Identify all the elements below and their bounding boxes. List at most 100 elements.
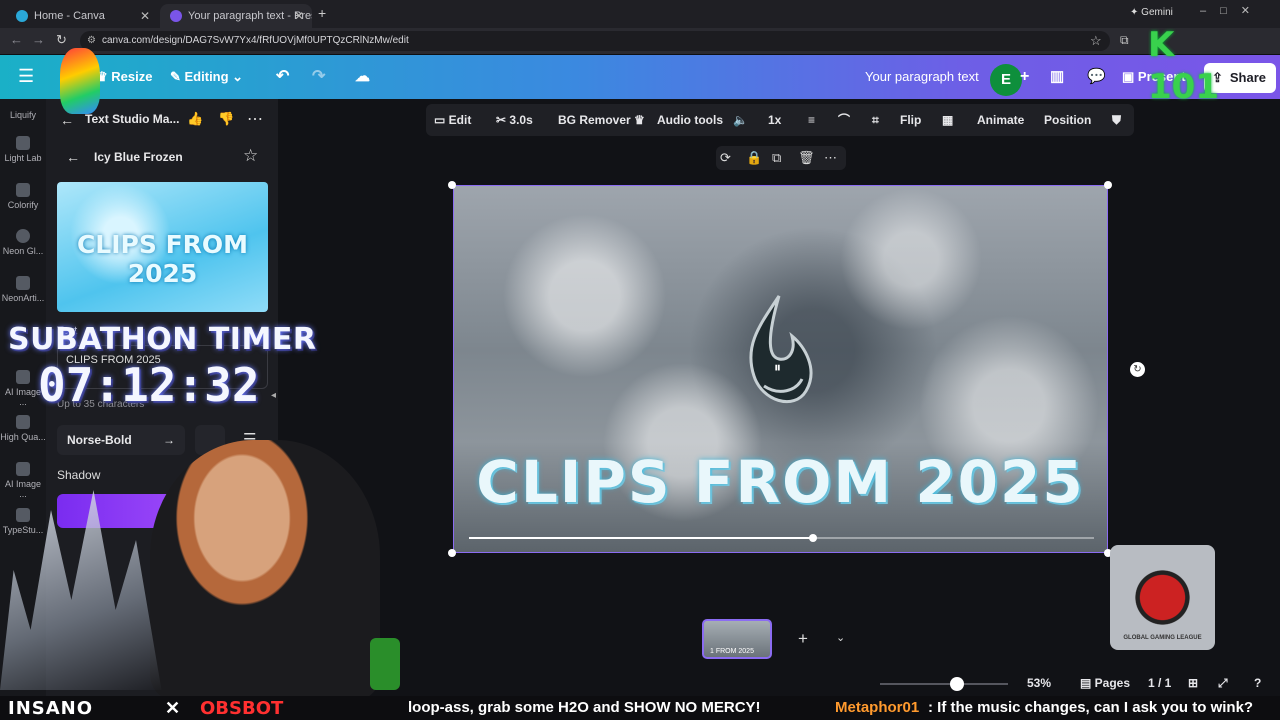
resize-handle[interactable] [448, 181, 456, 189]
edit-label: Edit [448, 113, 472, 127]
speed-button[interactable]: 1x [768, 112, 781, 128]
back-icon[interactable]: ← [60, 112, 74, 128]
bookmark-star-icon[interactable]: ☆ [1090, 33, 1102, 49]
subathon-timer-label: SUBATHON TIMER [8, 322, 317, 357]
rail-item-liquify[interactable]: Liquify [0, 110, 46, 120]
zoom-slider-track[interactable] [880, 683, 1008, 685]
like-icon[interactable]: 👍 [187, 111, 203, 127]
transparency-icon[interactable]: ▦ [942, 112, 953, 128]
chevron-down-icon[interactable]: ⌄ [836, 631, 845, 644]
design-canvas-video[interactable]: ⏸ CLIPS FROM 2025 [453, 185, 1108, 553]
menu-icon[interactable]: ☰ [18, 66, 34, 87]
sponsor-logo-text: OBSBOT [200, 698, 284, 719]
app-icon [16, 415, 30, 429]
copy-style-icon[interactable]: ⛊ [1112, 112, 1121, 128]
zoom-slider-handle[interactable] [949, 677, 964, 691]
url-field[interactable]: ⚙ canva.com/design/DAG7SvW7Yx4/fRfUOVjMf… [80, 31, 1110, 51]
extensions-icon[interactable]: ⧉ [1120, 33, 1129, 48]
style-preview-image[interactable]: CLIPS FROM 2025 [57, 182, 268, 312]
gemini-button[interactable]: ✦ Gemini [1130, 7, 1173, 18]
new-tab-button[interactable]: + [318, 5, 326, 21]
comment-icon[interactable]: 💬 [1087, 66, 1106, 88]
pause-icon[interactable]: ⏸ [774, 359, 781, 376]
rail-label: AI Image ... [4, 387, 42, 407]
pages-label: Pages [1094, 676, 1131, 690]
grid-view-icon[interactable]: ⊞ [1188, 676, 1198, 690]
rail-item-ai-image-2[interactable]: AI Image ... [0, 462, 46, 499]
rail-label: Liquify [9, 110, 36, 120]
element-quick-actions: ⟳ 🔒 ⧉ 🗑 ⋯ [716, 146, 846, 170]
cloud-save-icon[interactable]: ☁ [355, 66, 370, 88]
add-collaborator-icon[interactable]: + [1020, 66, 1029, 88]
crop-icon[interactable]: ⌗ [872, 112, 879, 128]
collapse-panel-icon[interactable]: ◂ [271, 390, 276, 401]
bg-remover-button[interactable]: BG Remover ♛ [558, 112, 645, 128]
volume-icon[interactable]: 🔈 [733, 112, 748, 128]
streamer-mascot-logo [60, 48, 100, 114]
rail-item-light-lab[interactable]: Light Lab [0, 136, 46, 163]
back-icon[interactable]: ← [10, 32, 23, 47]
dislike-icon[interactable]: 👎 [218, 111, 234, 127]
resize-button[interactable]: ♛ Resize [96, 66, 152, 88]
position-button[interactable]: Position [1044, 112, 1091, 128]
help-icon[interactable]: ? [1254, 676, 1261, 690]
regenerate-icon[interactable]: ⟳ [720, 146, 731, 170]
font-name: Norse-Bold [67, 433, 132, 447]
resize-label: Resize [111, 69, 153, 84]
x-logo-icon: ✕ [165, 698, 181, 718]
add-page-icon[interactable]: + [798, 629, 808, 649]
close-icon[interactable]: ✕ [294, 4, 304, 28]
window-controls[interactable]: –□✕ [1200, 4, 1264, 17]
app-title: Text Studio Ma... [85, 112, 180, 126]
page-thumbnail[interactable]: 1 FROM 2025 [702, 619, 772, 659]
resize-handle[interactable] [448, 549, 456, 557]
forward-icon[interactable]: → [32, 32, 45, 47]
font-selector[interactable]: Norse-Bold → [57, 425, 185, 455]
corner-badge: K 101 [1148, 25, 1219, 107]
animate-button[interactable]: Animate [977, 112, 1024, 128]
design-headline[interactable]: CLIPS FROM 2025 [454, 448, 1107, 516]
rail-label: AI Image ... [4, 479, 42, 499]
pages-button[interactable]: ▤ Pages [1080, 676, 1130, 690]
page-thumbnail-caption: 1 FROM 2025 [710, 648, 754, 655]
zoom-level[interactable]: 53% [1027, 676, 1051, 690]
rail-item-type-studio[interactable]: TypeStu... [0, 508, 46, 535]
more-options-icon[interactable]: ⋯ [824, 146, 837, 170]
editing-mode-button[interactable]: ✎ Editing ⌄ [170, 66, 243, 88]
rail-item-colorify[interactable]: Colorify [0, 183, 46, 210]
lock-icon[interactable]: 🔒 [746, 146, 762, 170]
document-title[interactable]: Your paragraph text [865, 66, 979, 88]
video-scrubber-progress [469, 537, 813, 539]
flip-button[interactable]: Flip [900, 112, 921, 128]
video-scrubber-track[interactable] [469, 537, 1094, 539]
style-title: Icy Blue Frozen [94, 150, 183, 164]
audio-tools-button[interactable]: Audio tools [657, 112, 723, 128]
ticker-message: loop-ass, grab some H2O and SHOW NO MERC… [408, 699, 761, 716]
avatar[interactable]: E [990, 64, 1022, 96]
duration-button[interactable]: ✂ 3.0s [496, 112, 533, 128]
resize-handle[interactable] [1104, 181, 1112, 189]
rail-item-high-quality[interactable]: High Qua... [0, 415, 46, 442]
rail-item-neon-artist[interactable]: NeonArti... [0, 276, 46, 303]
favorite-star-icon[interactable]: ☆ [243, 146, 258, 166]
close-icon[interactable]: ✕ [140, 4, 150, 28]
reload-icon[interactable]: ↻ [56, 32, 67, 48]
edit-button[interactable]: ▭ Edit [434, 112, 471, 128]
back-icon[interactable]: ← [66, 149, 80, 165]
insights-icon[interactable]: ▥ [1050, 66, 1064, 88]
duplicate-icon[interactable]: ⧉ [772, 146, 781, 170]
rail-item-neon-glow[interactable]: Neon Gl... [0, 229, 46, 256]
redo-icon[interactable]: ↷ [312, 66, 325, 88]
corner-rounding-icon[interactable]: ⌒ [838, 112, 850, 128]
video-scrubber-handle[interactable] [808, 534, 817, 542]
editing-label: Editing [184, 69, 229, 84]
line-weight-icon[interactable]: ≡ [808, 112, 815, 128]
browser-tab-active[interactable]: Your paragraph text - Presentati... ✕ [160, 4, 312, 28]
undo-icon[interactable]: ↶ [276, 66, 289, 88]
rotate-icon[interactable]: ↻ [1130, 362, 1145, 377]
delete-icon[interactable]: 🗑 [798, 146, 815, 170]
share-label: Share [1229, 70, 1266, 85]
more-options-icon[interactable]: ⋯ [247, 109, 263, 129]
browser-tab-home[interactable]: Home - Canva ✕ [6, 4, 158, 28]
fullscreen-icon[interactable]: ⤢ [1218, 676, 1228, 691]
